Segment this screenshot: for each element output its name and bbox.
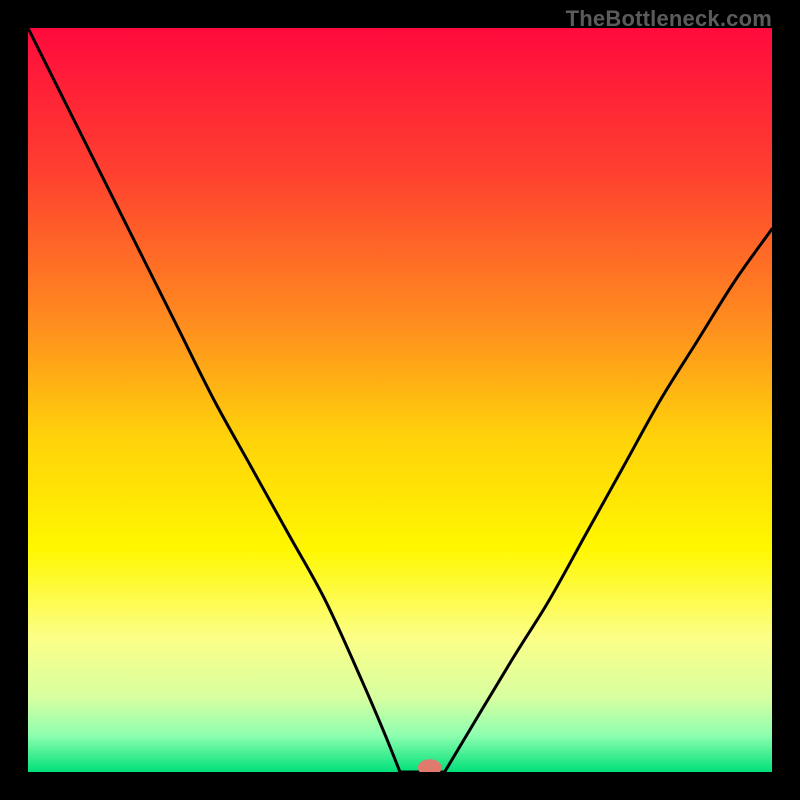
bottleneck-chart (28, 28, 772, 772)
chart-frame: TheBottleneck.com (0, 0, 800, 800)
plot-area (28, 28, 772, 772)
